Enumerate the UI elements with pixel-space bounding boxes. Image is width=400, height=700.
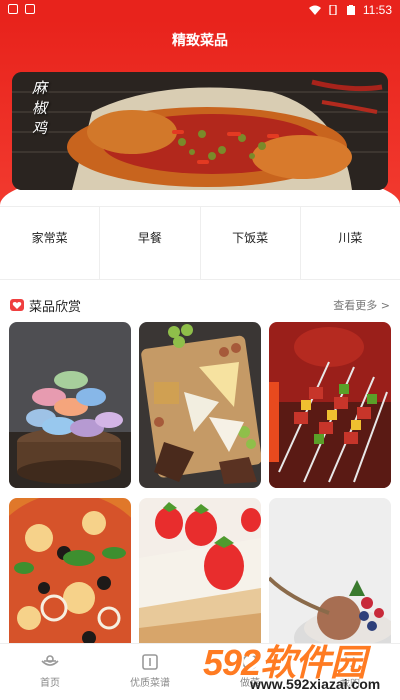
banner-image <box>12 72 388 190</box>
category-sichuan[interactable]: 川菜 <box>301 207 400 279</box>
watermark: 592软件园 www.592xiazai.com <box>195 632 400 700</box>
category-row: 家常菜 早餐 下饭菜 川菜 <box>0 206 400 280</box>
page-title: 精致菜品 <box>172 33 228 49</box>
status-time: 11:53 <box>362 3 392 17</box>
tab-recipes[interactable]: 优质菜谱 <box>100 644 200 700</box>
dish-card[interactable] <box>269 322 391 488</box>
banner-title: 麻椒鸡 <box>32 79 48 137</box>
category-breakfast[interactable]: 早餐 <box>100 207 201 279</box>
dish-image <box>269 322 391 488</box>
notification-icon <box>25 4 35 14</box>
home-icon <box>41 655 59 666</box>
category-homestyle[interactable]: 家常菜 <box>0 207 101 279</box>
banner[interactable]: 麻椒鸡 <box>12 72 388 190</box>
notification-icon <box>8 4 18 14</box>
tab-home-label: 首页 <box>40 678 60 689</box>
status-bar: 11:53 <box>0 0 400 20</box>
dish-card[interactable] <box>9 498 131 664</box>
status-right: 11:53 <box>308 3 392 17</box>
section-header: 菜品欣赏 查看更多 > <box>10 296 390 315</box>
tab-home[interactable]: 首页 <box>0 644 100 700</box>
see-more-link[interactable]: 查看更多 > <box>333 297 390 313</box>
tab-recipes-label: 优质菜谱 <box>130 678 170 689</box>
wifi-icon <box>308 5 321 15</box>
dish-image <box>139 322 261 488</box>
battery-icon <box>346 5 355 15</box>
section-title: 菜品欣赏 <box>29 299 82 315</box>
watermark-url: www.592xiazai.com <box>250 676 381 692</box>
dish-card[interactable] <box>139 322 261 488</box>
category-rice-dishes[interactable]: 下饭菜 <box>201 207 301 279</box>
book-icon <box>142 654 158 670</box>
dish-image <box>9 322 131 488</box>
sim-icon <box>329 5 337 15</box>
dish-card[interactable] <box>9 322 131 488</box>
notification-icons <box>8 4 35 14</box>
dish-image <box>9 498 131 664</box>
heart-icon <box>10 299 24 311</box>
